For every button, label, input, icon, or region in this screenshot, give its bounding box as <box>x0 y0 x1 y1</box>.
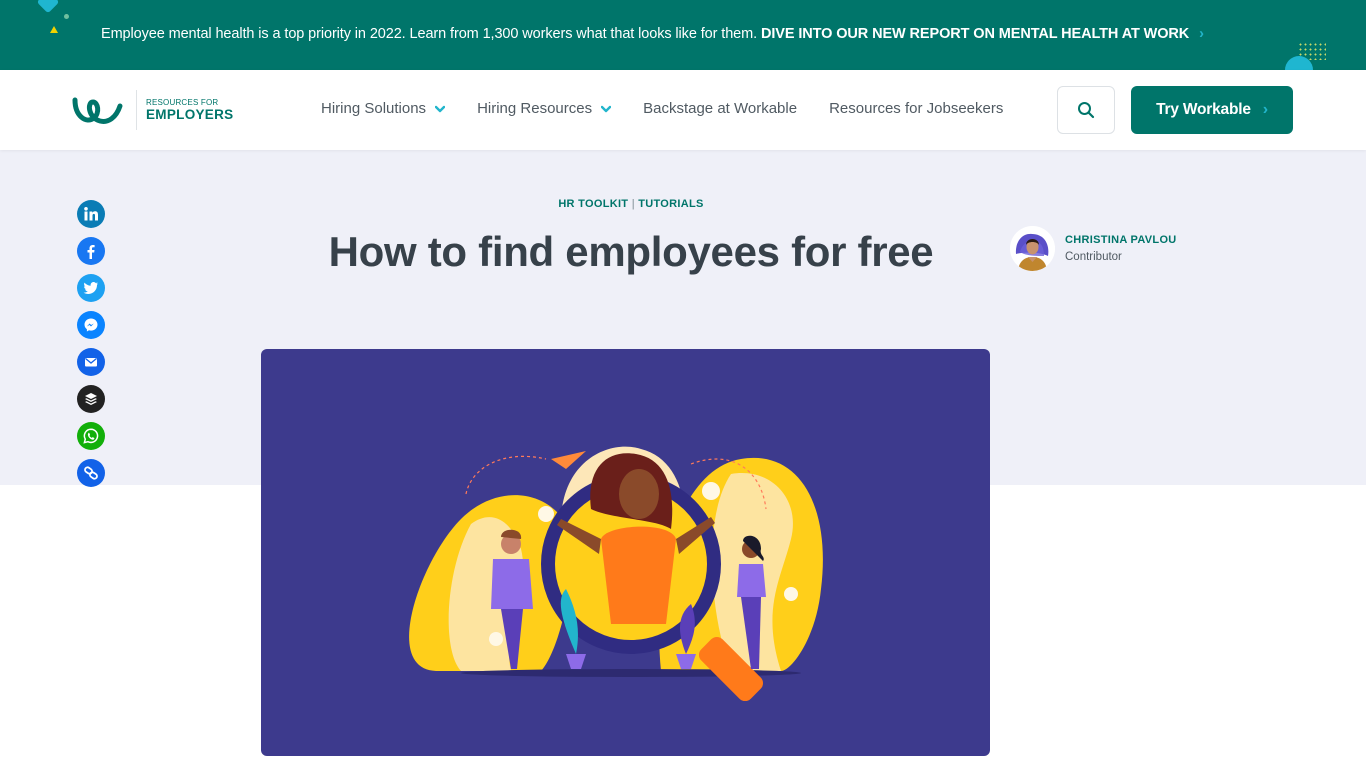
search-button[interactable] <box>1057 86 1115 134</box>
decorative-triangle <box>50 26 58 33</box>
try-workable-button[interactable]: Try Workable › <box>1131 86 1293 134</box>
site-header: RESOURCES FOR EMPLOYERS Hiring Solutions… <box>0 70 1366 150</box>
author-avatar <box>1010 226 1055 271</box>
nav-label: Hiring Resources <box>477 100 593 117</box>
featured-image <box>261 349 990 756</box>
twitter-icon <box>83 282 98 294</box>
share-whatsapp-button[interactable] <box>77 422 105 450</box>
nav-label: Hiring Solutions <box>321 100 427 117</box>
nav-backstage[interactable]: Backstage at Workable <box>643 100 797 117</box>
chevron-down-icon <box>435 105 446 112</box>
share-email-button[interactable] <box>77 348 105 376</box>
logo-divider <box>136 90 137 130</box>
email-icon <box>85 357 97 367</box>
decorative-diamond <box>36 0 60 14</box>
chevron-right-icon: › <box>1262 101 1268 118</box>
share-buffer-button[interactable] <box>77 385 105 413</box>
article-categories: HR TOOLKIT | TUTORIALS <box>0 198 1262 210</box>
buffer-icon <box>85 393 97 405</box>
logo-subtitle: RESOURCES FOR <box>146 98 219 107</box>
nav-label: Resources for Jobseekers <box>829 100 1004 117</box>
banner-text: Employee mental health is a top priority… <box>101 26 758 42</box>
decorative-dot <box>64 14 69 19</box>
author-name[interactable]: CHRISTINA PAVLOU <box>1065 234 1177 246</box>
whatsapp-icon <box>83 428 99 444</box>
share-messenger-button[interactable] <box>77 311 105 339</box>
hiring-illustration <box>409 446 823 702</box>
nav-label: Backstage at Workable <box>643 100 798 117</box>
chevron-right-icon: › <box>1199 26 1204 42</box>
logo-title: EMPLOYERS <box>146 107 234 122</box>
nav-jobseekers[interactable]: Resources for Jobseekers <box>829 100 1003 117</box>
copy-link-button[interactable] <box>77 459 105 487</box>
avatar-portrait-icon <box>1010 226 1055 271</box>
try-workable-label: Try Workable <box>1156 101 1251 118</box>
workable-logo-icon <box>72 97 123 124</box>
category-hr-toolkit[interactable]: HR TOOLKIT <box>558 198 628 210</box>
announcement-banner[interactable]: Employee mental health is a top priority… <box>0 0 1366 70</box>
category-tutorials[interactable]: TUTORIALS <box>638 198 703 210</box>
link-icon <box>84 466 98 480</box>
category-separator: | <box>631 198 635 210</box>
nav-hiring-resources[interactable]: Hiring Resources <box>477 100 612 117</box>
author-role: Contributor <box>1065 251 1122 263</box>
author-card[interactable]: CHRISTINA PAVLOU Contributor <box>1010 226 1177 271</box>
chevron-down-icon <box>601 105 612 112</box>
main-nav: Hiring Solutions Hiring Resources Backst… <box>321 100 1035 117</box>
search-icon <box>1078 102 1095 119</box>
logo[interactable]: RESOURCES FOR EMPLOYERS <box>72 90 233 130</box>
banner-cta-link[interactable]: DIVE INTO OUR NEW REPORT ON MENTAL HEALT… <box>761 26 1189 42</box>
share-twitter-button[interactable] <box>77 274 105 302</box>
messenger-icon <box>84 318 98 332</box>
banner-message[interactable]: Employee mental health is a top priority… <box>101 26 1204 42</box>
nav-hiring-solutions[interactable]: Hiring Solutions <box>321 100 446 117</box>
